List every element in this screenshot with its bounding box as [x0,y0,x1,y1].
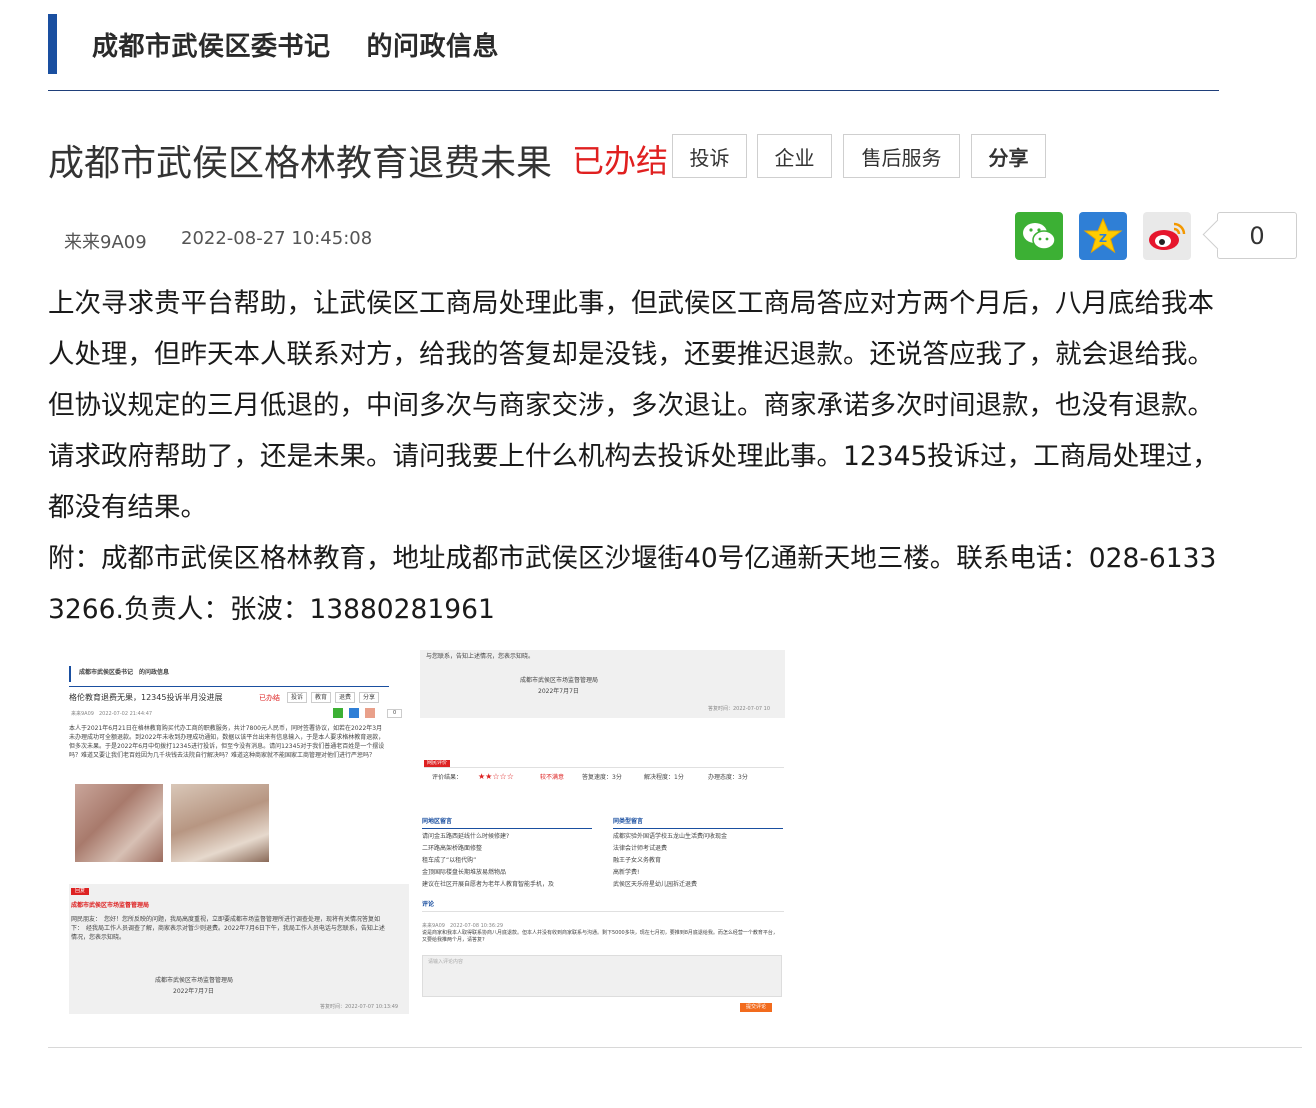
mini-reply-date-top: 2022年7月7日 [538,688,579,695]
mini-same-area-line [422,828,592,829]
mini-list-item[interactable]: 法律会计师考试退费 [613,844,727,853]
status-badge: 已办结 [572,142,669,180]
mini-status: 已办结 [259,694,280,702]
attached-screenshot-left[interactable]: 成都市武侯区委书记 的问政信息 格伦教育退费无果，12345投诉半月没进展 已办… [65,652,415,1015]
mini-reply-badge: 回复 [71,888,90,895]
share-button[interactable]: 分享 [971,134,1046,178]
mini-eval-badge: 网民评价 [424,760,451,767]
mini-tag: 教育 [311,692,332,703]
mini-same-area-title: 同地区留言 [422,818,453,825]
tag-enterprise[interactable]: 企业 [757,134,832,178]
mini-eval-stars: ★★☆☆☆ [478,772,514,781]
post-title: 成都市武侯区格林教育退费未果 [48,143,553,184]
mini-comment-line [422,911,784,912]
mini-eval-resolve: 解决程度：1分 [644,774,684,781]
mini-wechat-icon [333,708,343,718]
mini-reply-time-top: 答复时间：2022-07-07 10 [708,706,771,712]
mini-list-item[interactable]: 请问金五路西延线什么时候修建? [422,832,554,841]
mini-reply-sign-top: 成都市武侯区市场监督管理局 [520,677,599,684]
mini-section-title: 成都市武侯区委书记 的问政信息 [79,669,170,676]
post-body: 上次寻求贵平台帮助，让武侯区工商局处理此事，但武侯区工商局答应对方两个月后，八月… [48,278,1223,635]
mini-comment-text: 说是商家和我本人取得联系协商八月底退款。但本人并没有收到商家联系与沟通。剩下50… [422,930,778,943]
mini-list-item[interactable]: 二环路高架桥路面修整 [422,844,554,853]
mini-reply-text: 网民朋友： 您好！您所反映的问题，我局高度重视，立即要成都市场监督管理所进行调查… [71,916,385,941]
mini-eval-attitude: 办理态度：3分 [708,774,748,781]
mini-same-type-line [613,828,783,829]
mini-photo-contract [171,784,269,862]
mini-same-area-list: 请问金五路西延线什么时候修建? 二环路高架桥路面修整 租车成了“以租代购” 金顶… [422,832,554,889]
mini-tag: 退费 [335,692,356,703]
tag-after-sales[interactable]: 售后服务 [843,134,960,178]
post-paragraph: 上次寻求贵平台帮助，让武侯区工商局处理此事，但武侯区工商局答应对方两个月后，八月… [48,288,1219,523]
mini-same-type-title: 同类型留言 [613,818,644,825]
mini-meta: 来来9A09 2022-07-02 21:44:47 [71,711,153,717]
mini-divider [69,686,389,687]
mini-reply-sign: 成都市武侯区市场监督管理局 [155,977,234,984]
mini-eval-divider [424,767,784,768]
section-title: 成都市武侯区委书记 的问政信息 [92,32,500,62]
wechat-icon[interactable] [1015,212,1063,260]
section-accent-bar [48,14,57,74]
mini-weibo-icon [365,708,375,718]
post-author[interactable]: 来来9A09 [64,228,147,254]
mini-comment-input[interactable] [422,955,782,997]
mini-reply-text-top: 与您联系，告知上述情况，您表示知晓。 [426,653,535,660]
mini-same-type-list: 成都实验外国语学校五龙山生活费问收现金 法律会计师考试退费 融王子女义务教育 高… [613,832,727,889]
tag-complaint[interactable]: 投诉 [672,134,747,178]
mini-eval-level: 较不满意 [540,774,565,781]
mini-reply-date: 2022年7月7日 [173,988,214,995]
mini-list-item[interactable]: 武侯区天乐府星幼儿园拆迁退费 [613,880,727,889]
section-divider [48,90,1219,91]
mini-list-item[interactable]: 租车成了“以租代购” [422,856,554,865]
mini-body: 本人于2021年6月21日在格林教育购买代办工商的职教服务，共计7800元人民币… [69,725,385,759]
qzone-star-icon[interactable]: Z [1079,212,1127,260]
mini-list-item[interactable]: 高新学费! [613,868,727,877]
mini-list-item[interactable]: 金顶国际楼盘长期堆放易燃物品 [422,868,554,877]
mini-tag: 分享 [359,692,380,703]
mini-qzone-icon [349,708,359,718]
weibo-icon[interactable] [1143,212,1191,260]
content-bottom-divider [48,1047,1302,1048]
post-paragraph: 附：成都市武侯区格林教育，地址成都市武侯区沙堰街40号亿通新天地三楼。联系电话：… [48,543,1217,625]
mini-reply-time: 答复时间：2022-07-07 10:13:49 [320,1004,399,1010]
post-datetime: 2022-08-27 10:45:08 [181,228,373,249]
mini-comment-title: 评论 [422,901,435,908]
mini-photo-receipt [75,784,163,862]
mini-tag: 投诉 [287,692,308,703]
mini-list-item[interactable]: 融王子女义务教育 [613,856,727,865]
mini-list-item[interactable]: 建议在社区开展自愿者为老年人教育智能手机，及 [422,880,554,889]
mini-accent-bar [69,666,71,682]
mini-count: 0 [387,709,403,718]
svg-text:Z: Z [1099,232,1107,245]
mini-eval-speed: 答复速度：3分 [582,774,622,781]
attached-screenshot-right[interactable]: 与您联系，告知上述情况，您表示知晓。 成都市武侯区市场监督管理局 2022年7月… [420,650,785,1018]
mini-reply-org: 成都市武侯区市场监督管理局 [71,902,150,909]
mini-title: 格伦教育退费无果，12345投诉半月没进展 [69,693,223,702]
mini-eval-label: 评价结果： [432,774,463,781]
mini-comment-placeholder: 请输入评论内容 [428,959,464,965]
mini-list-item[interactable]: 成都实验外国语学校五龙山生活费问收现金 [613,832,727,841]
mini-submit-button[interactable]: 提交评论 [740,1003,773,1012]
